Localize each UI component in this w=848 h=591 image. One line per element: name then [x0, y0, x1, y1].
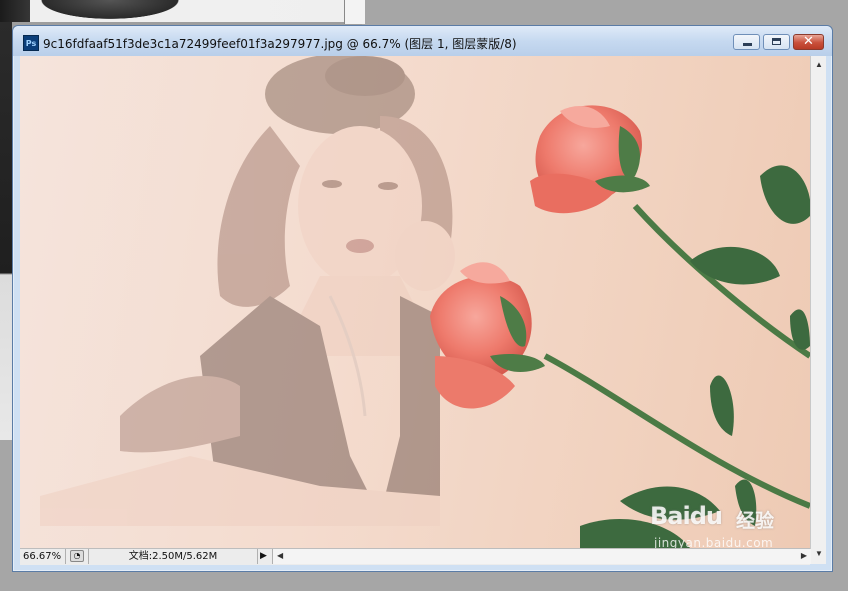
- minimize-button[interactable]: [733, 34, 760, 50]
- maximize-icon: [772, 38, 781, 45]
- document-info: 文档:2.50M/5.62M: [88, 549, 258, 564]
- vertical-scrollbar[interactable]: ▲ ▼: [810, 56, 826, 564]
- window-controls: ✕: [733, 34, 824, 50]
- portrait-overlay: [40, 56, 455, 526]
- zoom-field[interactable]: 66.67%: [20, 549, 66, 564]
- triangle-right-icon[interactable]: ▶: [260, 550, 270, 562]
- scroll-up-icon[interactable]: ▲: [815, 60, 823, 69]
- scroll-down-icon[interactable]: ▼: [815, 549, 823, 558]
- status-bar: 66.67% ◔ 文档:2.50M/5.62M ▶ ◀ ▶: [20, 548, 811, 565]
- close-button[interactable]: ✕: [793, 34, 824, 50]
- title-bar[interactable]: Ps 9c16fdfaaf51f3de3c1a72499feef01f3a297…: [13, 26, 832, 56]
- image-canvas[interactable]: Baidu 经验 jingyan.baidu.com: [20, 56, 810, 548]
- maximize-button[interactable]: [763, 34, 790, 50]
- rose-stems: [543, 203, 810, 509]
- scroll-right-icon[interactable]: ▶: [801, 551, 807, 560]
- rose-top: [530, 105, 650, 214]
- hat-shape: [30, 0, 190, 22]
- document-window[interactable]: Ps 9c16fdfaaf51f3de3c1a72499feef01f3a297…: [12, 25, 833, 572]
- document-title: 9c16fdfaaf51f3de3c1a72499feef01f3a297977…: [43, 37, 517, 51]
- background-document-image: [0, 0, 344, 22]
- canvas-artwork: [40, 56, 810, 548]
- background-document-frame: [344, 0, 365, 24]
- close-icon: ✕: [803, 34, 814, 49]
- status-menu-icon[interactable]: ◔: [70, 550, 84, 562]
- photoshop-icon: Ps: [23, 35, 39, 51]
- scroll-left-icon[interactable]: ◀: [277, 551, 283, 560]
- background-document-edge: [0, 22, 12, 440]
- horizontal-scrollbar[interactable]: ◀ ▶: [272, 549, 811, 564]
- minimize-icon: [743, 43, 752, 46]
- rose-bottom: [430, 262, 545, 409]
